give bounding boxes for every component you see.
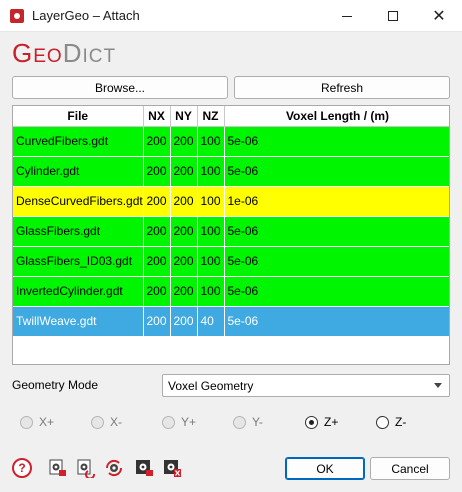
radio-circle [20, 415, 33, 429]
geodict-logo: GEODICT [12, 38, 116, 68]
geometry-mode-label: Geometry Mode [12, 378, 99, 392]
cell-nx: 200 [143, 306, 171, 337]
app-icon [10, 9, 24, 23]
geometry-mode-select[interactable]: Voxel Geometry [162, 374, 450, 397]
cell-voxel: 1e-06 [224, 186, 449, 217]
radio-y-plus[interactable]: Y+ [162, 415, 196, 429]
cell-ny: 200 [170, 276, 198, 307]
radio-x-minus[interactable]: X- [91, 415, 122, 429]
logo-geo-rest: EO [33, 46, 63, 67]
gear-document-icon[interactable] [48, 458, 68, 478]
radio-z-minus[interactable]: Z- [376, 415, 406, 429]
radio-label: Y- [252, 415, 263, 429]
cell-file: TwillWeave.gdt [13, 306, 144, 337]
cell-ny: 200 [170, 246, 198, 277]
logo-dict-rest: ICT [82, 46, 117, 67]
maximize-icon [388, 11, 398, 21]
cell-ny: 200 [170, 216, 198, 247]
table-row[interactable]: GlassFibers_ID03.gdt 200 200 100 5e-06 [13, 246, 449, 277]
refresh-button[interactable]: Refresh [234, 76, 450, 99]
cancel-button[interactable]: Cancel [370, 457, 450, 480]
gear-refresh-icon[interactable] [76, 458, 96, 480]
gear-cycle-icon[interactable] [104, 458, 124, 478]
cell-nx: 200 [143, 246, 171, 277]
gear-delete-icon[interactable] [162, 458, 182, 478]
cell-file: DenseCurvedFibers.gdt [13, 186, 144, 217]
cell-voxel: 5e-06 [224, 156, 449, 187]
close-button[interactable]: ✕ [416, 0, 462, 32]
cell-ny: 200 [170, 156, 198, 187]
cell-ny: 200 [170, 186, 198, 217]
maximize-button[interactable] [370, 0, 416, 32]
cell-voxel: 5e-06 [224, 246, 449, 277]
table-row[interactable]: Cylinder.gdt 200 200 100 5e-06 [13, 156, 449, 187]
chevron-down-icon [434, 383, 442, 388]
radio-circle [376, 415, 389, 429]
radio-label: X+ [39, 415, 55, 429]
logo-dict-initial: D [62, 38, 83, 68]
cell-nz: 100 [197, 276, 225, 307]
cell-nx: 200 [143, 216, 171, 247]
cell-nz: 100 [197, 186, 225, 217]
cell-nx: 200 [143, 126, 171, 157]
radio-circle-checked [305, 415, 318, 429]
radio-circle [162, 415, 175, 429]
radio-label: Y+ [181, 415, 197, 429]
table-row[interactable]: InvertedCylinder.gdt 200 200 100 5e-06 [13, 276, 449, 307]
cell-ny: 200 [170, 306, 198, 337]
radio-circle [233, 415, 246, 429]
cell-file: Cylinder.gdt [13, 156, 144, 187]
cell-nz: 40 [197, 306, 225, 337]
cell-nz: 100 [197, 156, 225, 187]
radio-label: Z+ [324, 415, 339, 429]
cell-file: InvertedCylinder.gdt [13, 276, 144, 307]
radio-x-plus[interactable]: X+ [20, 415, 54, 429]
geometry-mode-value: Voxel Geometry [168, 378, 254, 393]
cell-nx: 200 [143, 276, 171, 307]
logo-geo-initial: G [12, 38, 34, 68]
radio-circle [91, 415, 104, 429]
cell-nz: 100 [197, 126, 225, 157]
radio-label: Z- [395, 415, 407, 429]
table-row[interactable]: DenseCurvedFibers.gdt 200 200 100 1e-06 [13, 186, 449, 217]
title-bar: LayerGeo – Attach ✕ [0, 0, 462, 32]
cell-voxel: 5e-06 [224, 126, 449, 157]
help-icon[interactable]: ? [12, 458, 32, 478]
ok-button[interactable]: OK [285, 457, 365, 480]
cell-nx: 200 [143, 186, 171, 217]
close-icon: ✕ [432, 8, 446, 25]
column-header-voxel-length[interactable]: Voxel Length / (m) [224, 106, 449, 127]
cell-file: GlassFibers.gdt [13, 216, 144, 247]
cell-voxel: 5e-06 [224, 306, 449, 337]
gear-warning-icon[interactable] [134, 458, 154, 478]
column-header-ny[interactable]: NY [170, 106, 198, 127]
window-title: LayerGeo – Attach [32, 8, 140, 23]
cell-ny: 200 [170, 126, 198, 157]
minimize-icon [342, 15, 352, 17]
radio-label: X- [110, 415, 122, 429]
cell-nz: 100 [197, 216, 225, 247]
file-table[interactable]: File NX NY NZ Voxel Length / (m) CurvedF… [12, 105, 450, 365]
table-header: File NX NY NZ Voxel Length / (m) [13, 106, 449, 127]
radio-y-minus[interactable]: Y- [233, 415, 263, 429]
radio-z-plus[interactable]: Z+ [305, 415, 338, 429]
cell-file: CurvedFibers.gdt [13, 126, 144, 157]
table-row-selected[interactable]: TwillWeave.gdt 200 200 40 5e-06 [13, 306, 449, 337]
cell-file: GlassFibers_ID03.gdt [13, 246, 144, 277]
column-header-nz[interactable]: NZ [197, 106, 225, 127]
minimize-button[interactable] [324, 0, 370, 32]
cell-voxel: 5e-06 [224, 216, 449, 247]
browse-button[interactable]: Browse... [12, 76, 228, 99]
table-row[interactable]: GlassFibers.gdt 200 200 100 5e-06 [13, 216, 449, 247]
cell-nz: 100 [197, 246, 225, 277]
cell-nx: 200 [143, 156, 171, 187]
cell-voxel: 5e-06 [224, 276, 449, 307]
table-row[interactable]: CurvedFibers.gdt 200 200 100 5e-06 [13, 126, 449, 157]
column-header-nx[interactable]: NX [143, 106, 171, 127]
column-header-file[interactable]: File [13, 106, 144, 127]
